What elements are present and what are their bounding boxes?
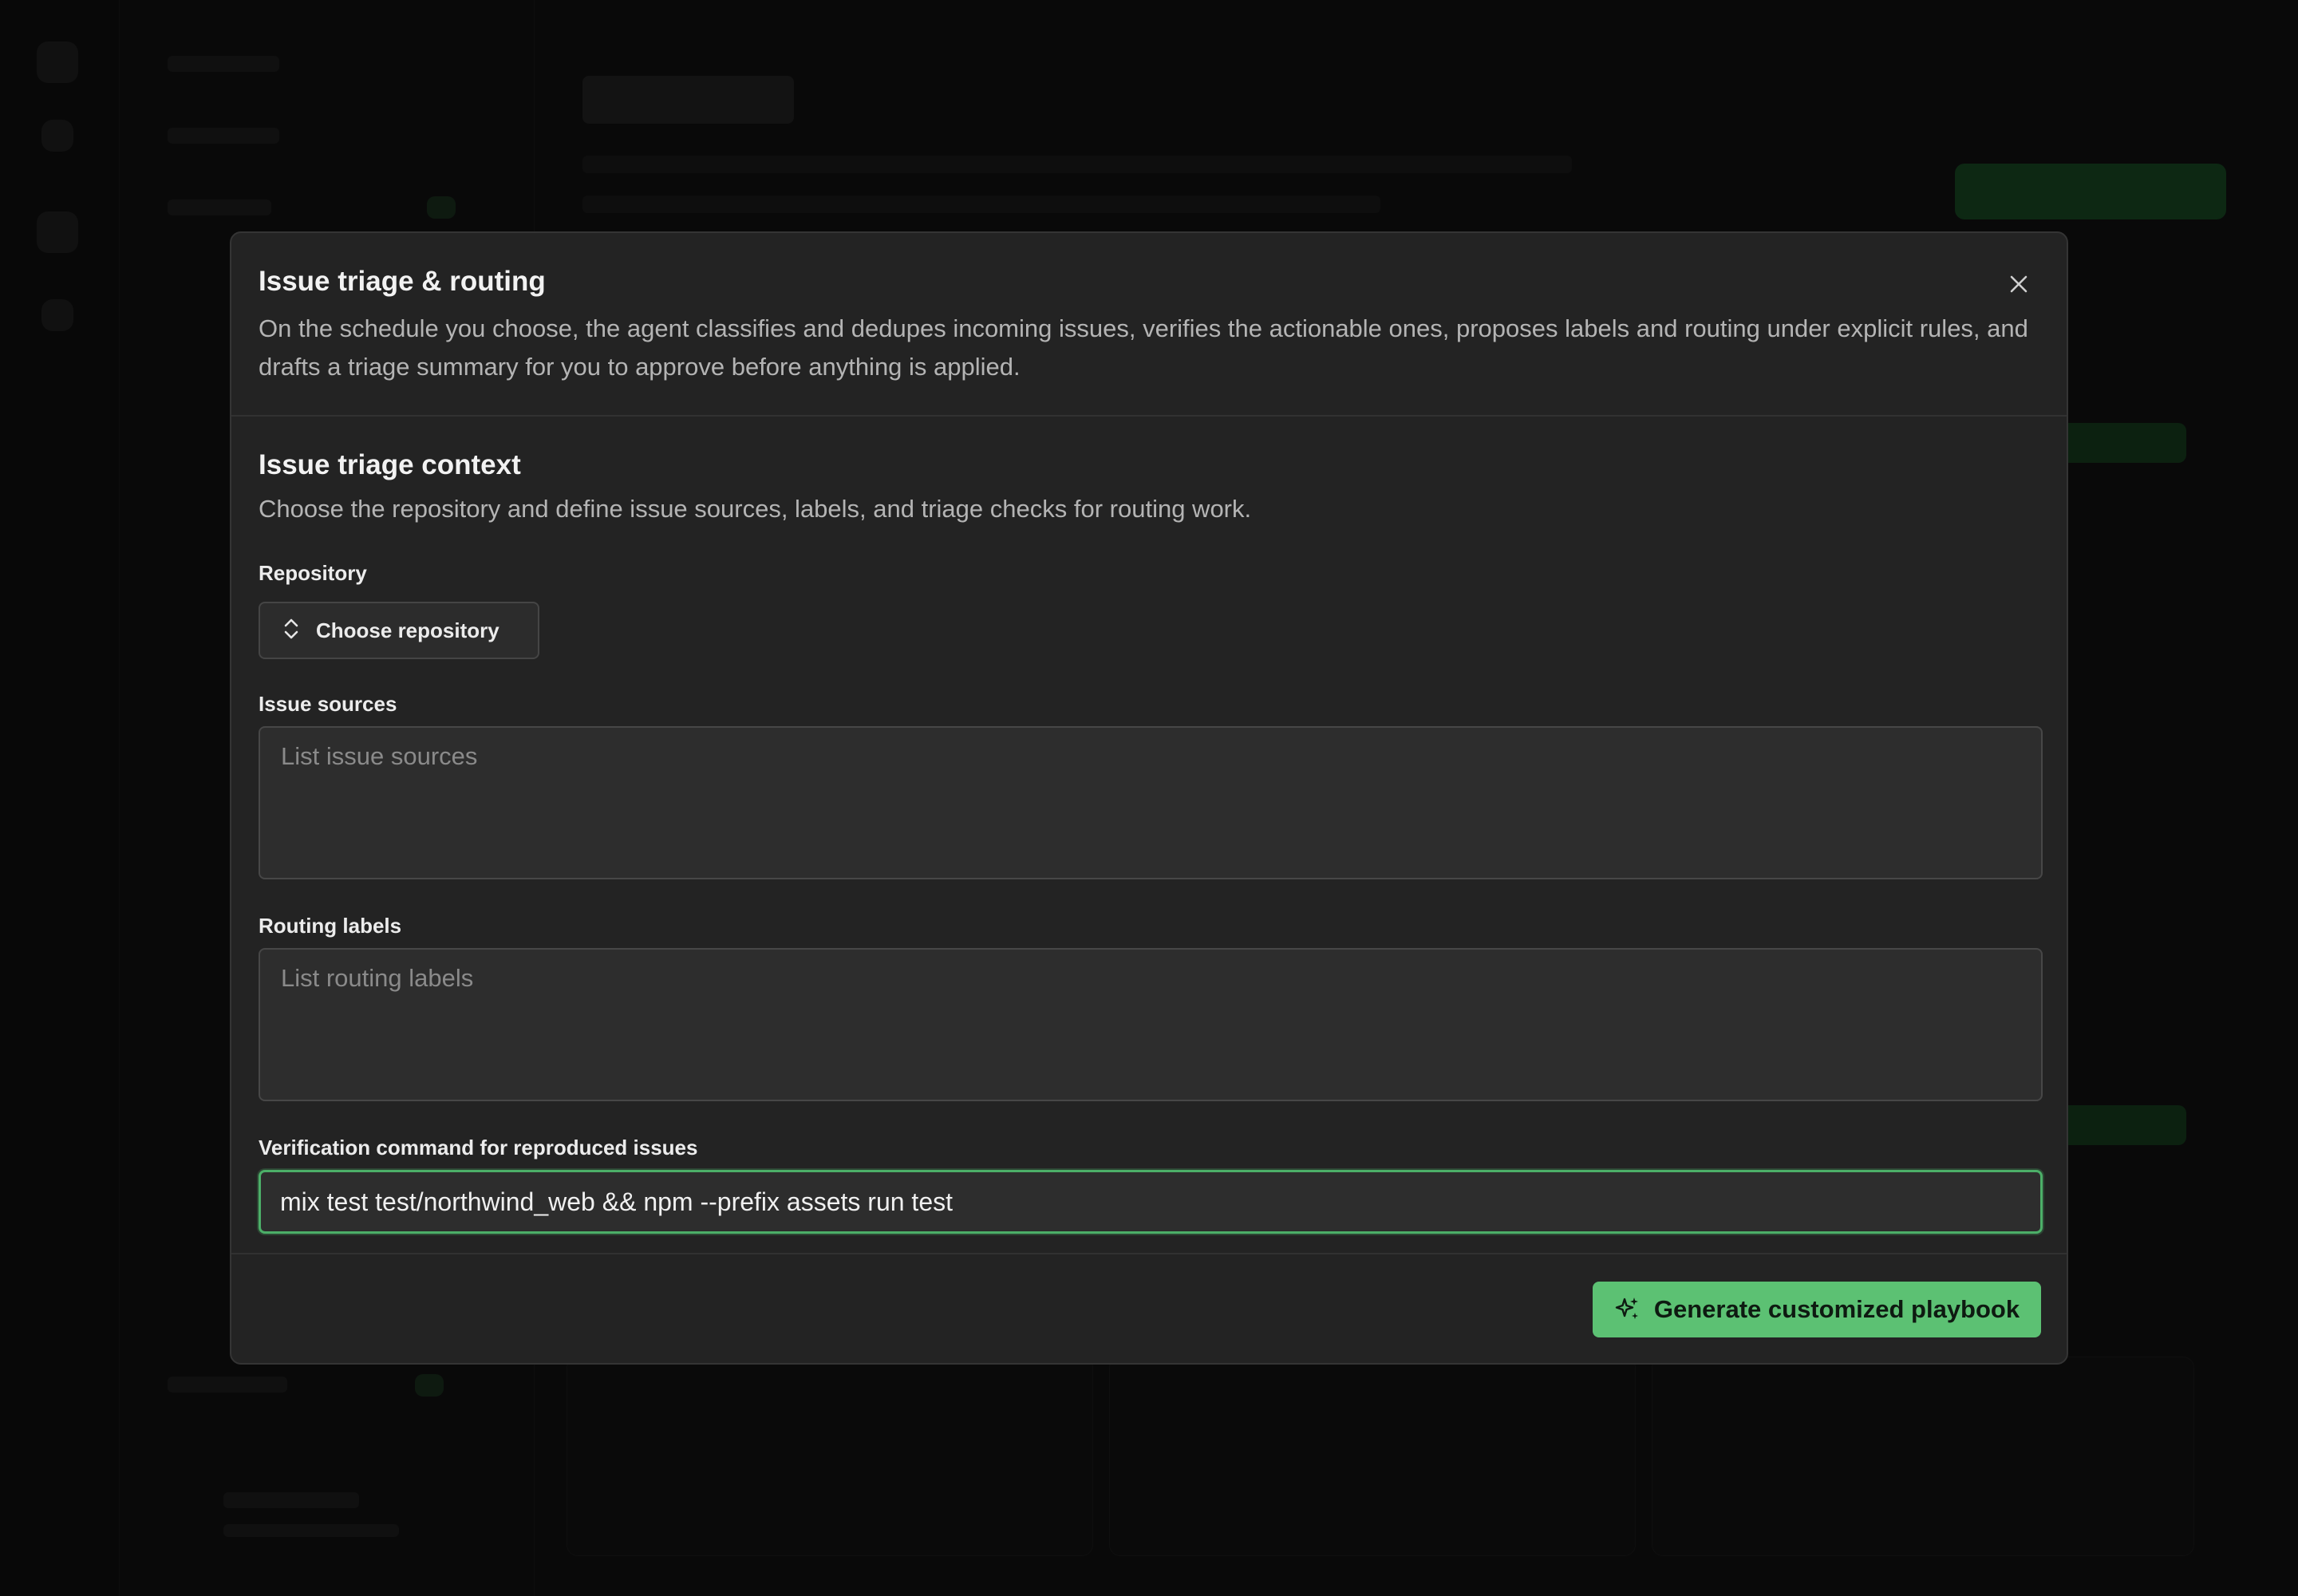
modal-footer: Generate customized playbook <box>231 1254 2067 1363</box>
routing-labels-textarea[interactable] <box>259 948 2043 1101</box>
chevron-up-down-icon <box>282 617 300 645</box>
choose-repository-button[interactable]: Choose repository <box>259 602 539 659</box>
close-icon <box>2008 274 2029 298</box>
issue-sources-textarea[interactable] <box>259 726 2043 879</box>
generate-playbook-label: Generate customized playbook <box>1653 1295 2020 1323</box>
verification-command-input[interactable] <box>259 1170 2043 1234</box>
section-description: Choose the repository and define issue s… <box>259 495 1252 523</box>
repository-label: Repository <box>259 561 367 585</box>
modal-body: Issue triage context Choose the reposito… <box>231 417 2067 1254</box>
close-button[interactable] <box>2003 270 2035 302</box>
section-title: Issue triage context <box>259 449 521 480</box>
generate-playbook-button[interactable]: Generate customized playbook <box>1593 1282 2041 1337</box>
issue-triage-modal: Issue triage & routing On the schedule y… <box>230 231 2068 1365</box>
choose-repository-label: Choose repository <box>316 618 499 642</box>
modal-header: Issue triage & routing On the schedule y… <box>231 233 2067 417</box>
modal-description: On the schedule you choose, the agent cl… <box>259 314 2028 381</box>
issue-sources-label: Issue sources <box>259 692 397 716</box>
sparkles-icon <box>1614 1295 1641 1325</box>
verification-command-label: Verification command for reproduced issu… <box>259 1136 698 1159</box>
routing-labels-label: Routing labels <box>259 914 402 938</box>
modal-title: Issue triage & routing <box>259 266 546 297</box>
